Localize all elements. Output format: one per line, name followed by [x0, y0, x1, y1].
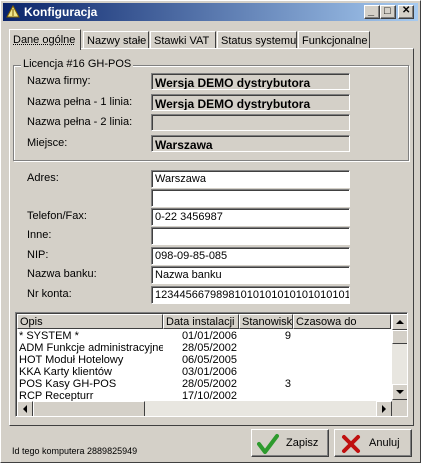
cell-stanowisk [239, 390, 291, 401]
column-header-data-instalacji[interactable]: Data instalacji [163, 314, 239, 329]
city-label: Miejsce: [27, 137, 68, 149]
arrow-right-icon [382, 405, 386, 413]
address-label: Adres: [27, 172, 59, 184]
cell-czasowa [293, 366, 391, 378]
address-line-1-input[interactable]: Warszawa [151, 170, 350, 188]
cell-data: 06/05/2005 [181, 354, 237, 366]
scroll-left-button[interactable] [17, 401, 33, 416]
cell-czasowa [293, 330, 391, 342]
tab-status-systemu[interactable]: Status systemu [217, 31, 297, 49]
table-row[interactable]: ADM Funkcje administracyjne 28/05/2002 [17, 342, 391, 354]
other-label: Inne: [27, 229, 52, 241]
arrow-down-icon [396, 390, 404, 394]
column-header-stanowisk[interactable]: Stanowisk [239, 314, 293, 329]
column-header-opis[interactable]: Opis [17, 314, 163, 329]
cell-data: 28/05/2002 [181, 378, 237, 390]
close-button[interactable]: ✕ [398, 5, 414, 19]
nip-input[interactable]: 098-09-85-085 [151, 247, 350, 265]
close-icon: ✕ [402, 5, 411, 16]
cell-opis: * SYSTEM * [19, 330, 79, 342]
checkmark-icon [257, 434, 279, 454]
cell-czasowa [293, 390, 391, 401]
tab-dane-ogolne[interactable]: Dane ogólne [9, 29, 81, 50]
tab-label: Dane ogólne [13, 34, 76, 46]
nip-label: NIP: [27, 249, 49, 261]
cell-stanowisk [239, 366, 291, 378]
table-row[interactable]: POS Kasy GH-POS 28/05/2002 3 [17, 378, 391, 390]
cell-data: 28/05/2002 [181, 342, 237, 354]
vertical-scroll-thumb[interactable] [392, 330, 407, 344]
cell-stanowisk: 9 [284, 330, 291, 342]
modules-table: Opis Data instalacji Stanowisk Czasowa d… [15, 312, 408, 417]
save-button[interactable]: Zapisz [251, 429, 329, 457]
phone-input[interactable]: 0-22 3456987 [151, 208, 350, 226]
horizontal-scrollbar[interactable] [17, 401, 392, 416]
account-label: Nr konta: [27, 288, 72, 300]
tab-strip: Dane ogólne Nazwy stałe Stawki VAT Statu… [9, 29, 413, 50]
cell-opis: POS Kasy GH-POS [19, 378, 117, 390]
full-name-2-field [151, 114, 350, 131]
full-name-1-label: Nazwa pełna - 1 linia: [27, 96, 133, 108]
cell-czasowa [293, 354, 391, 366]
cell-czasowa [293, 342, 391, 354]
maximize-icon: □ [384, 5, 391, 17]
window-title: Konfiguracja [24, 5, 98, 19]
horizontal-scroll-thumb[interactable] [33, 401, 145, 416]
tab-funkcjonalne[interactable]: Funkcjonalne [298, 31, 370, 49]
table-row[interactable]: RCP Recepturr 17/10/2002 [17, 390, 391, 401]
column-header-czasowa-do[interactable]: Czasowa do [293, 314, 391, 329]
config-window: Konfiguracja _ □ ✕ Dane ogólne Nazwy sta… [0, 0, 421, 463]
bank-input[interactable]: Nazwa banku [151, 266, 350, 284]
cell-opis: HOT Moduł Hotelowy [19, 354, 124, 366]
save-button-label: Zapisz [286, 437, 319, 449]
scroll-right-button[interactable] [376, 401, 392, 416]
cell-opis: ADM Funkcje administracyjne [19, 342, 163, 354]
tab-label: Nazwy stałe [87, 35, 147, 47]
other-input[interactable] [151, 227, 350, 245]
title-bar[interactable]: Konfiguracja _ □ ✕ [3, 3, 418, 21]
tab-label: Status systemu [221, 35, 297, 47]
cell-stanowisk: 3 [284, 378, 291, 390]
minimize-button[interactable]: _ [364, 5, 380, 19]
cell-stanowisk [239, 342, 291, 354]
full-name-1-field: Wersja DEMO dystrybutora [151, 94, 350, 111]
arrow-up-icon [396, 320, 404, 324]
table-row[interactable]: * SYSTEM * 01/01/2006 9 [17, 330, 391, 342]
tab-nazwy-stale[interactable]: Nazwy stałe [83, 31, 149, 49]
table-header: Opis Data instalacji Stanowisk Czasowa d… [17, 314, 391, 329]
phone-label: Telefon/Fax: [27, 210, 87, 222]
tab-label: Funkcjonalne [302, 35, 368, 47]
cancel-button[interactable]: Anuluj [334, 429, 412, 457]
cell-stanowisk [239, 354, 291, 366]
cell-data: 01/01/2006 [181, 330, 237, 342]
bank-label: Nazwa banku: [27, 268, 97, 280]
tab-label: Stawki VAT [154, 35, 210, 47]
cell-data: 17/10/2002 [181, 390, 237, 401]
cell-czasowa [293, 378, 391, 390]
address-line-2-input[interactable] [151, 189, 350, 207]
city-field: Warszawa [151, 135, 350, 152]
cell-opis: RCP Recepturr [19, 390, 94, 401]
scroll-down-button[interactable] [392, 384, 407, 400]
minimize-icon: _ [368, 5, 375, 17]
cancel-button-label: Anuluj [369, 437, 400, 449]
full-name-2-label: Nazwa pełna - 2 linia: [27, 116, 133, 128]
maximize-button[interactable]: □ [380, 5, 396, 19]
x-icon [342, 435, 360, 453]
arrow-left-icon [23, 405, 27, 413]
company-name-field: Wersja DEMO dystrybutora [151, 73, 350, 90]
computer-id-text: Id tego komputera 2889825949 [12, 446, 138, 456]
vertical-scrollbar[interactable] [392, 314, 407, 416]
app-icon [6, 5, 20, 18]
scroll-corner [392, 400, 407, 416]
cell-data: 03/01/2006 [181, 366, 237, 378]
license-legend: Licencja #16 GH-POS [21, 58, 134, 70]
table-row[interactable]: KKA Karty klientów 03/01/2006 [17, 366, 391, 378]
account-input[interactable]: 12344566798981010101010101010101010 [151, 286, 350, 304]
table-row[interactable]: HOT Moduł Hotelowy 06/05/2005 [17, 354, 391, 366]
company-name-label: Nazwa firmy: [27, 75, 91, 87]
cell-opis: KKA Karty klientów [19, 366, 112, 378]
scroll-up-button[interactable] [392, 314, 407, 330]
tab-stawki-vat[interactable]: Stawki VAT [150, 31, 216, 49]
